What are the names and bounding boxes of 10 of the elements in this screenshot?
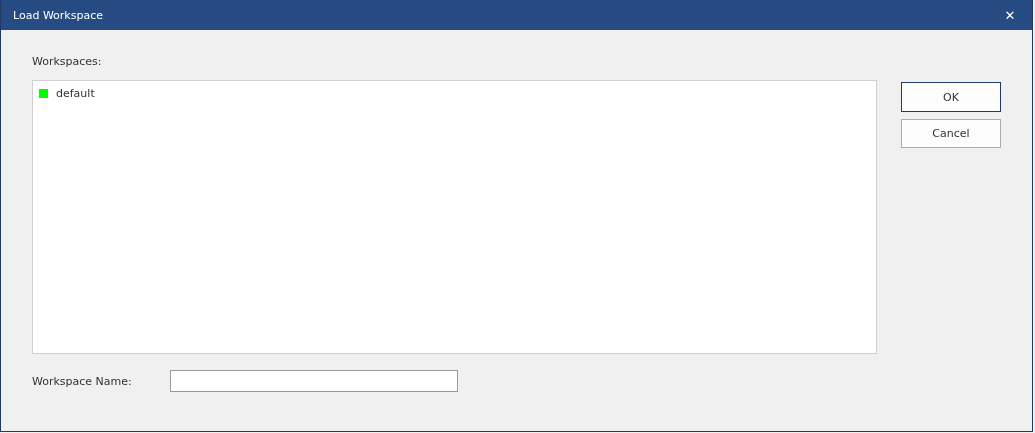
dialog-button[interactable]: Cancel: [901, 119, 1001, 148]
workspace-name: default: [56, 86, 95, 100]
dialog-button[interactable]: OK: [901, 82, 1001, 112]
window-title: Load Workspace: [13, 8, 103, 22]
workspaces-list[interactable]: default: [32, 80, 877, 354]
workspaces-label: Workspaces:: [32, 55, 103, 68]
close-button[interactable]: ✕: [988, 0, 1032, 30]
workspace-item[interactable]: default: [39, 85, 870, 101]
workspace-name-field[interactable]: [170, 370, 458, 392]
workspace-name-label: Workspace Name:: [32, 374, 133, 388]
